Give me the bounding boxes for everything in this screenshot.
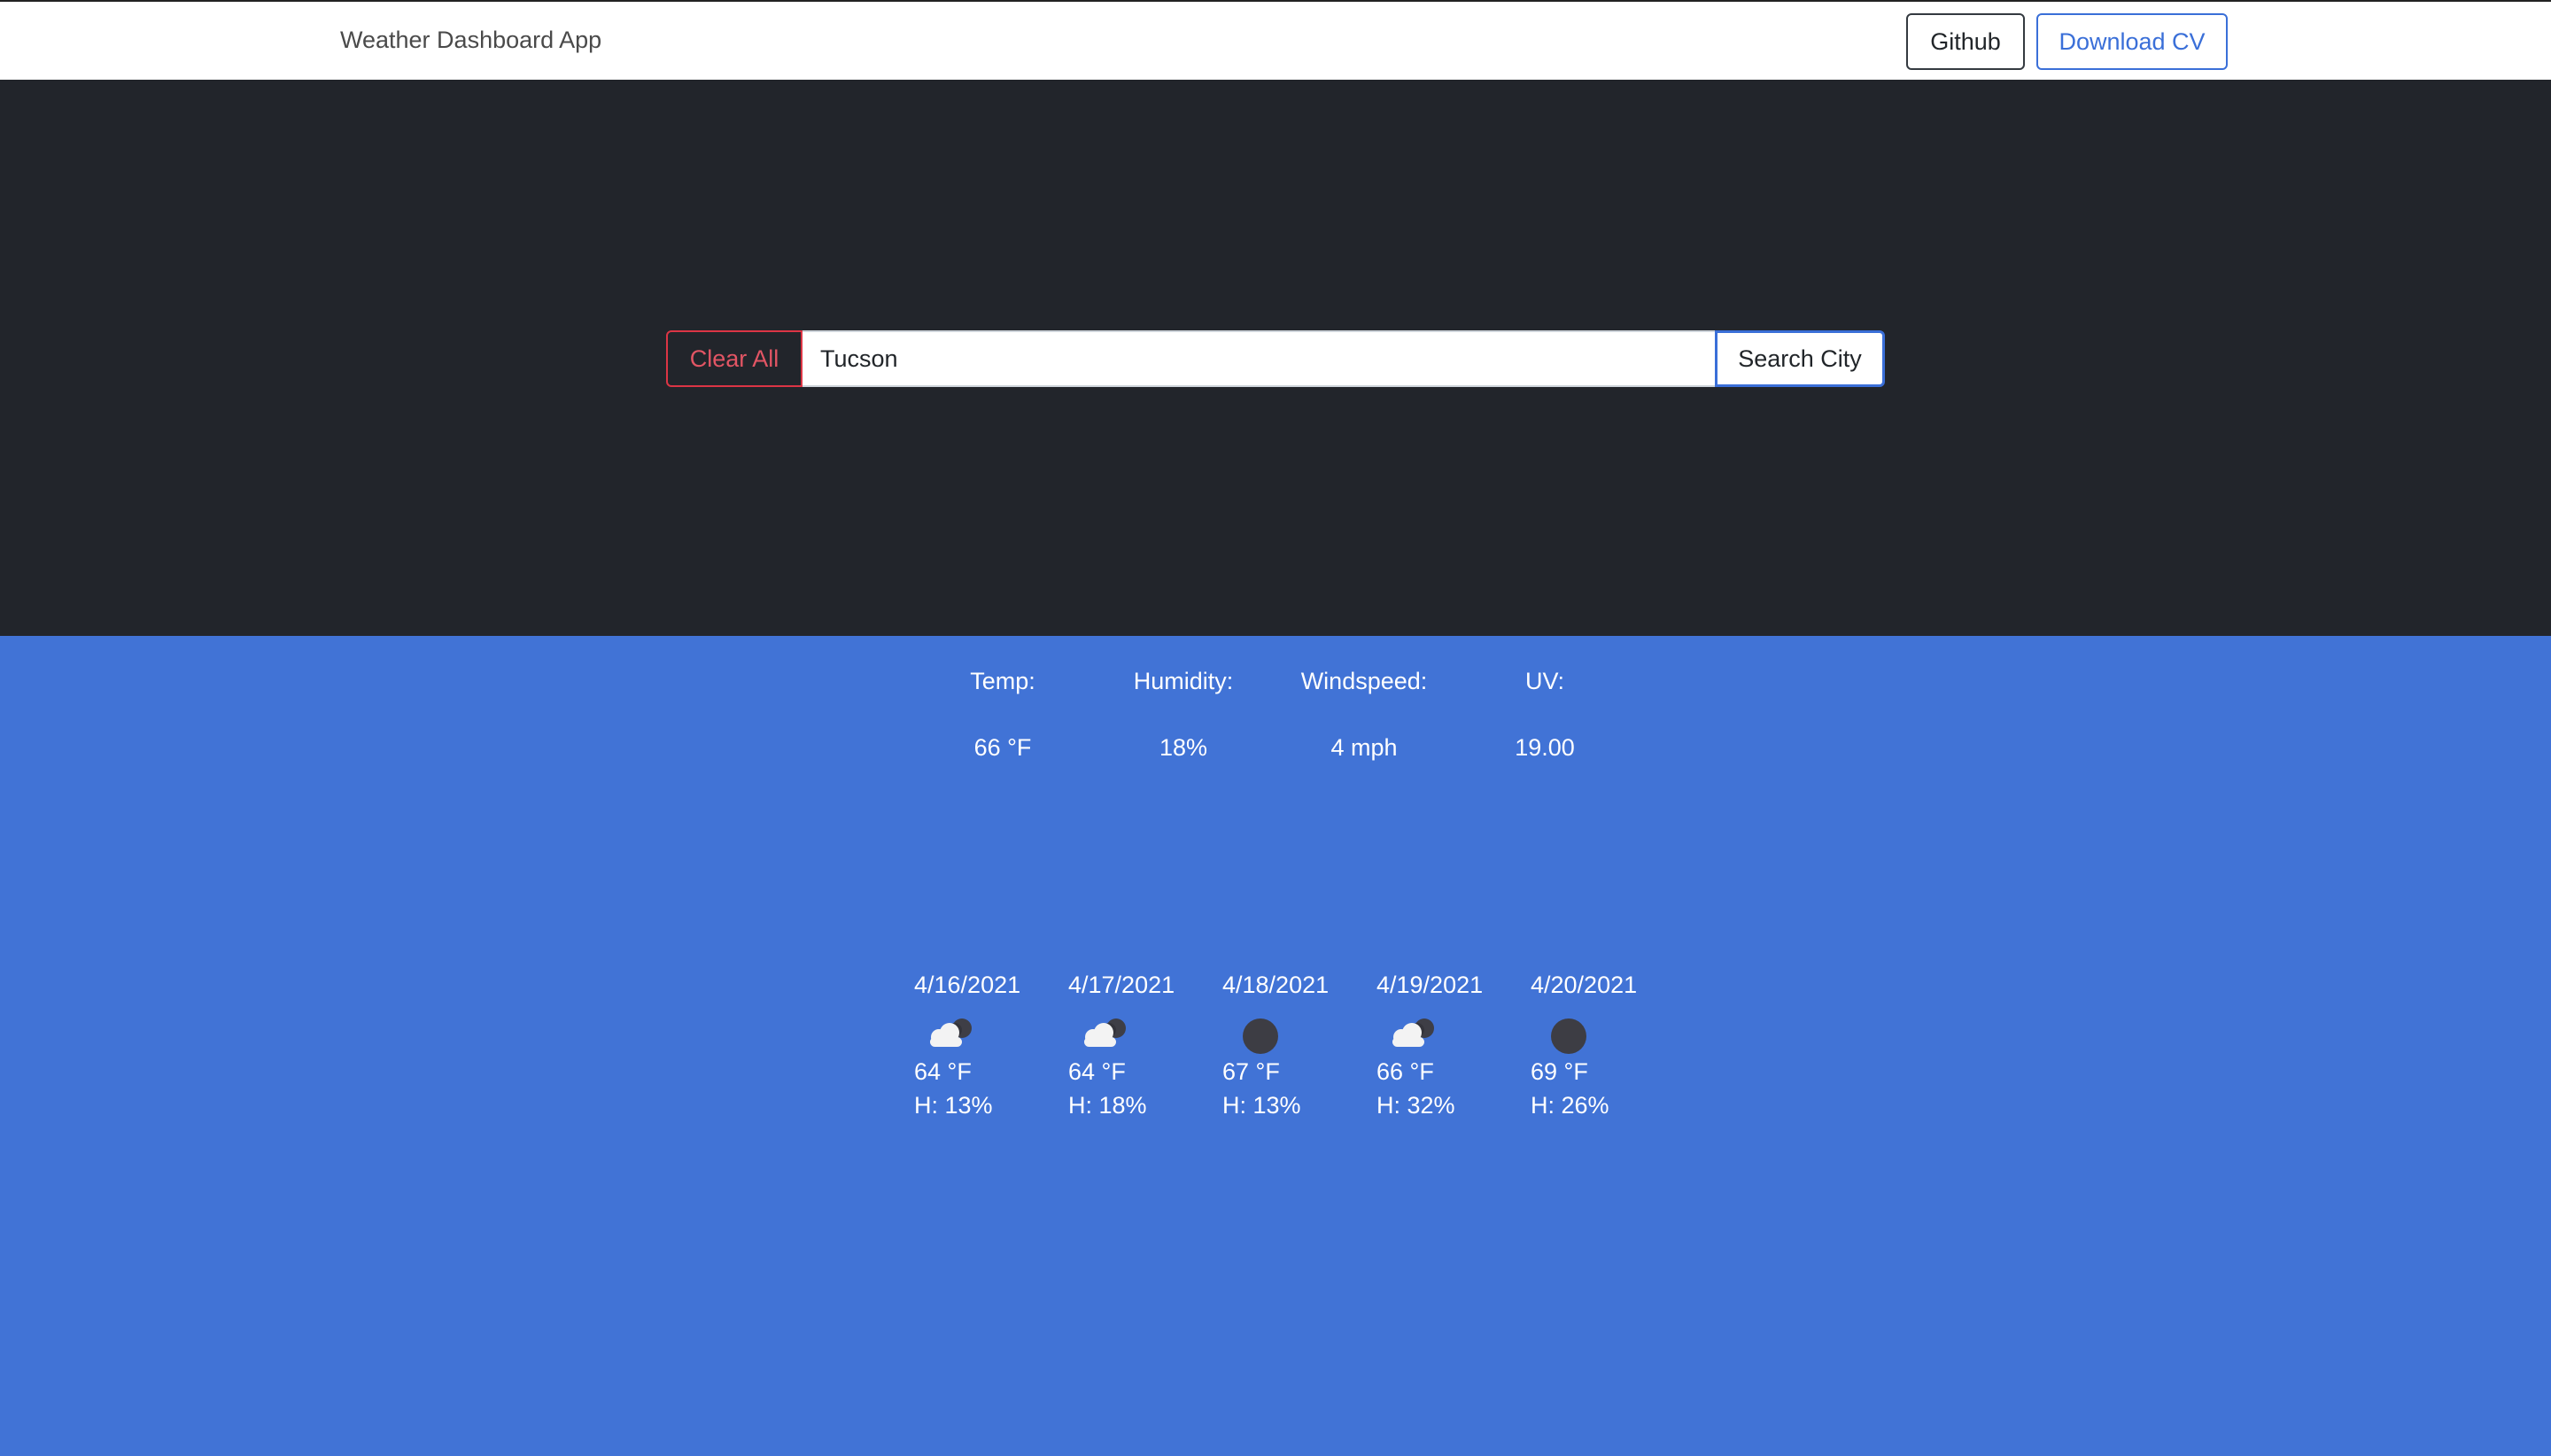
forecast-temp: 64 °F xyxy=(914,1058,972,1085)
navbar: Weather Dashboard App Github Download CV xyxy=(0,0,2551,80)
forecast-day: 4/19/2021 66 °F H: 32% xyxy=(1376,972,1531,1126)
forecast-humidity: H: 13% xyxy=(914,1092,993,1119)
clear-night-icon xyxy=(1551,1018,1586,1054)
github-button[interactable]: Github xyxy=(1906,13,2025,70)
forecast-day: 4/18/2021 67 °F H: 13% xyxy=(1222,972,1376,1126)
partly-cloudy-night-icon xyxy=(1392,1018,1434,1047)
brand-title[interactable]: Weather Dashboard App xyxy=(340,27,601,54)
city-search-input[interactable] xyxy=(803,330,1715,387)
forecast-date: 4/20/2021 xyxy=(1531,972,1638,998)
search-city-button[interactable]: Search City xyxy=(1715,330,1885,387)
stat-humidity: Humidity: 18% xyxy=(1093,668,1274,762)
forecast-date: 4/19/2021 xyxy=(1376,972,1484,998)
forecast-temp: 69 °F xyxy=(1531,1058,1588,1085)
stat-windspeed: Windspeed: 4 mph xyxy=(1274,668,1454,762)
stat-value: 66 °F xyxy=(973,734,1032,761)
stat-label: Windspeed: xyxy=(1300,668,1428,694)
partly-cloudy-night-icon xyxy=(930,1018,972,1047)
forecast-temp: 67 °F xyxy=(1222,1058,1280,1085)
partly-cloudy-night-icon xyxy=(1084,1018,1126,1047)
stat-value: 18% xyxy=(1159,734,1208,761)
forecast-humidity: H: 32% xyxy=(1376,1092,1455,1119)
stat-label: Temp: xyxy=(970,668,1035,694)
forecast-temp: 66 °F xyxy=(1376,1058,1434,1085)
forecast-date: 4/16/2021 xyxy=(914,972,1021,998)
forecast-humidity: H: 18% xyxy=(1068,1092,1147,1119)
current-weather: Temp: 66 °F Humidity: 18% Windspeed: 4 m… xyxy=(912,668,1635,762)
forecast-humidity: H: 13% xyxy=(1222,1092,1301,1119)
five-day-forecast: 4/16/2021 64 °F H: 13% 4/17/2021 64 °F H… xyxy=(914,972,1685,1126)
download-cv-button[interactable]: Download CV xyxy=(2036,13,2228,70)
stat-value: 4 mph xyxy=(1330,734,1398,761)
clear-night-icon xyxy=(1243,1018,1278,1054)
stat-label: Humidity: xyxy=(1133,668,1234,694)
forecast-day: 4/20/2021 69 °F H: 26% xyxy=(1531,972,1685,1126)
forecast-day: 4/16/2021 64 °F H: 13% xyxy=(914,972,1068,1126)
forecast-date: 4/17/2021 xyxy=(1068,972,1175,998)
search-section: Clear All Search City xyxy=(0,80,2551,636)
forecast-date: 4/18/2021 xyxy=(1222,972,1330,998)
search-bar: Clear All Search City xyxy=(666,330,1885,387)
stat-value: 19.00 xyxy=(1515,734,1575,761)
forecast-day: 4/17/2021 64 °F H: 18% xyxy=(1068,972,1222,1126)
stat-uv: UV: 19.00 xyxy=(1454,668,1635,762)
forecast-humidity: H: 26% xyxy=(1531,1092,1609,1119)
forecast-temp: 64 °F xyxy=(1068,1058,1126,1085)
stat-temp: Temp: 66 °F xyxy=(912,668,1093,762)
clear-all-button[interactable]: Clear All xyxy=(666,330,803,387)
stat-label: UV: xyxy=(1524,668,1564,694)
